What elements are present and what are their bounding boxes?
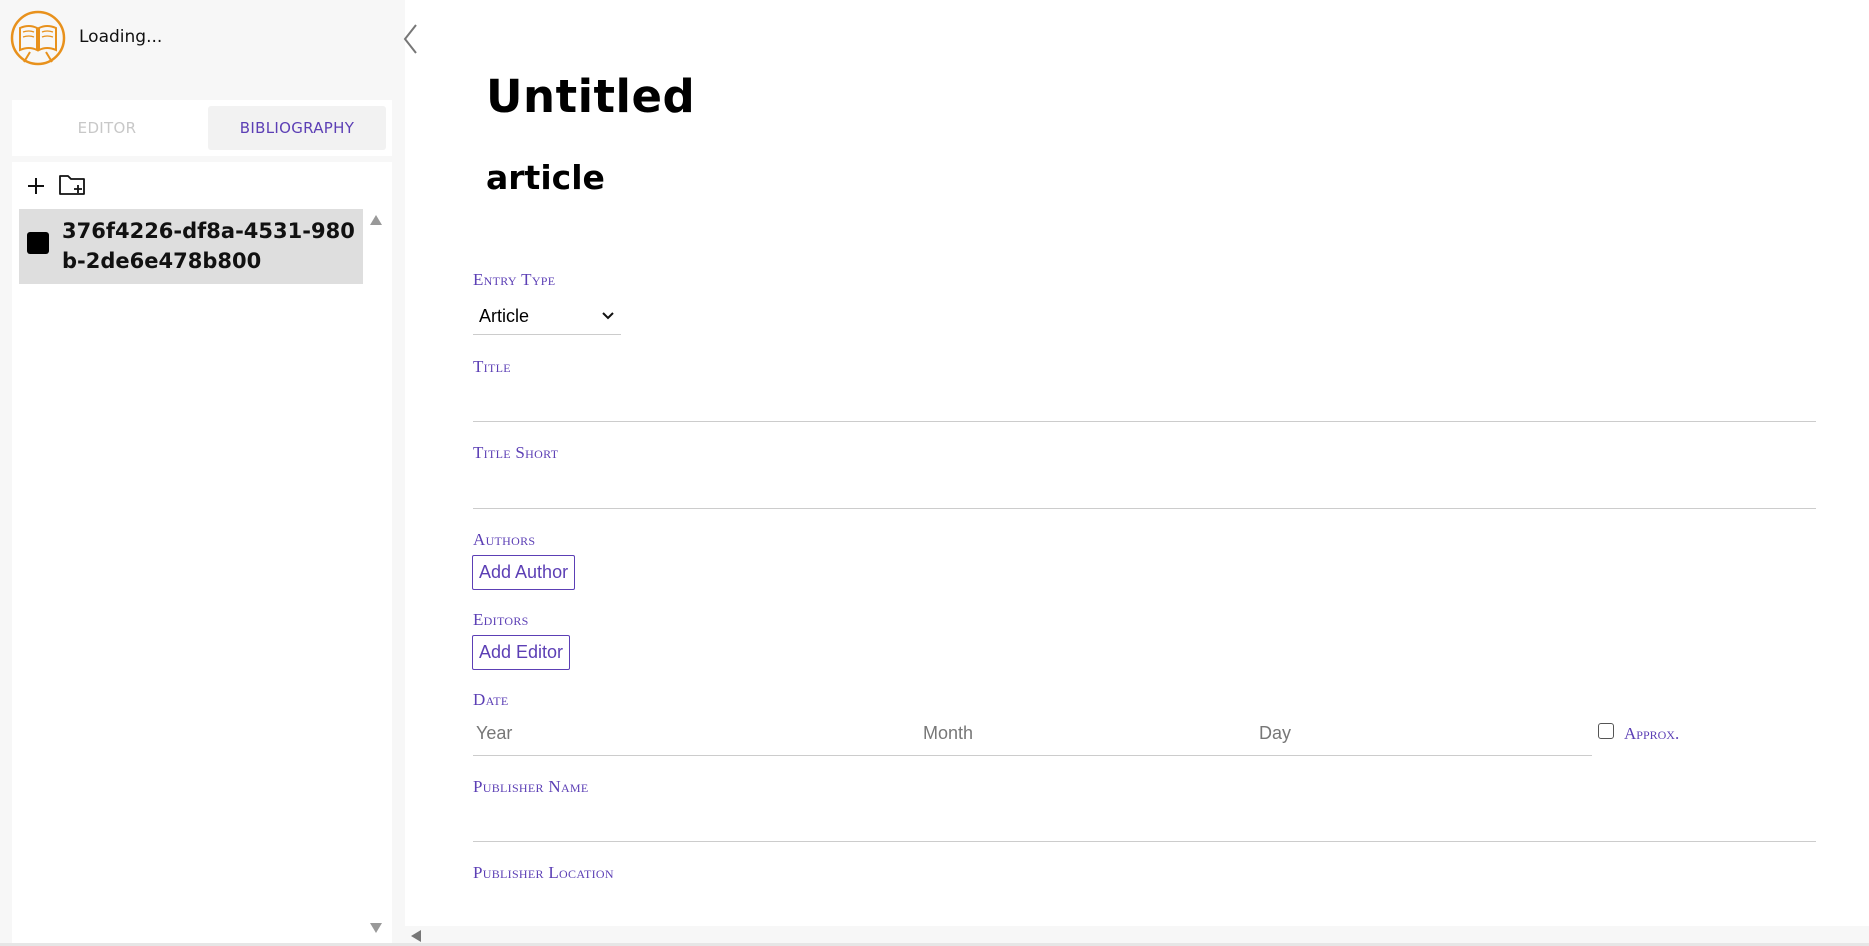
item-color-swatch	[27, 232, 49, 254]
title-label: Title	[473, 357, 511, 376]
tab-bibliography[interactable]: BIBLIOGRAPHY	[208, 106, 386, 150]
sidebar: Loading... EDITOR BIBLIOGRAPHY 376f4226-…	[0, 0, 405, 946]
folder-plus-icon[interactable]	[58, 172, 88, 198]
bibliography-panel: 376f4226-df8a-4531-980b-2de6e478b800	[12, 162, 392, 944]
list-item[interactable]: 376f4226-df8a-4531-980b-2de6e478b800	[19, 209, 363, 284]
editors-label: Editors	[473, 610, 529, 629]
entry-type-label: Entry Type	[473, 270, 556, 289]
year-input[interactable]: Year	[476, 723, 512, 744]
authors-label: Authors	[473, 530, 536, 549]
add-author-button[interactable]: Add Author	[472, 555, 576, 590]
approx-label: Approx.	[1624, 724, 1680, 743]
entry-type-select[interactable]: Article	[473, 298, 621, 335]
main-content: Untitled article Entry Type Article Titl…	[405, 0, 1869, 946]
entry-type-value: Article	[479, 305, 530, 326]
date-fields: Year Month Day	[473, 715, 1592, 756]
date-label: Date	[473, 690, 509, 709]
day-input[interactable]: Day	[1259, 723, 1291, 744]
page-subtitle: article	[486, 158, 605, 197]
title-input[interactable]	[473, 385, 1816, 422]
publisher-location-label: Publisher Location	[473, 863, 614, 882]
publisher-name-input[interactable]	[473, 805, 1816, 842]
page-title: Untitled	[486, 70, 696, 123]
sidebar-tabs: EDITOR BIBLIOGRAPHY	[12, 100, 392, 156]
scroll-down-arrow-icon[interactable]	[369, 922, 383, 934]
item-label: 376f4226-df8a-4531-980b-2de6e478b800	[62, 219, 355, 273]
publisher-name-label: Publisher Name	[473, 777, 589, 796]
book-logo-icon	[10, 10, 66, 66]
chevron-down-icon	[602, 312, 614, 320]
title-short-input[interactable]	[473, 472, 1816, 509]
tab-editor[interactable]: EDITOR	[18, 106, 196, 150]
plus-icon[interactable]	[25, 175, 47, 197]
approx-checkbox[interactable]	[1598, 723, 1614, 739]
scroll-left-arrow-icon[interactable]	[410, 929, 422, 943]
add-editor-button[interactable]: Add Editor	[472, 635, 571, 670]
month-input[interactable]: Month	[923, 723, 973, 744]
loading-status: Loading...	[79, 27, 163, 47]
scroll-up-arrow-icon[interactable]	[369, 214, 383, 226]
title-short-label: Title Short	[473, 443, 559, 462]
